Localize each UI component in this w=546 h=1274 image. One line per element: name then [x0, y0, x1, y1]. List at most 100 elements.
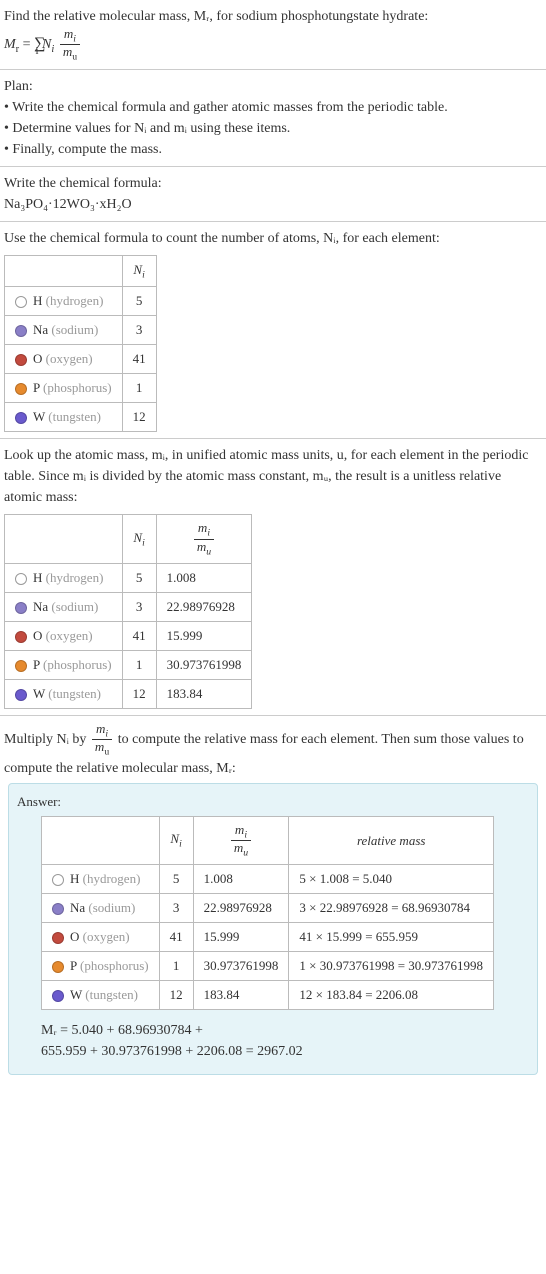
lookup-intro: Look up the atomic mass, mᵢ, in unified … [4, 445, 542, 508]
answer-box: Answer: Ni mimu relative mass H (hydroge… [8, 783, 538, 1076]
dot-icon [15, 383, 27, 395]
answer-label: Answer: [17, 794, 529, 810]
lookup-section: Look up the atomic mass, mᵢ, in unified … [0, 439, 546, 716]
ni-val: 5 [159, 865, 193, 894]
ni-val: 3 [159, 894, 193, 923]
empty-header [5, 515, 123, 564]
intro-section: Find the relative molecular mass, Mᵣ, fo… [0, 0, 546, 70]
count-intro: Use the chemical formula to count the nu… [4, 228, 542, 249]
ni-val: 12 [122, 403, 156, 432]
plan-b1: • Write the chemical formula and gather … [4, 97, 542, 118]
count-table: Ni H (hydrogen) 5 Na (sodium) 3 O (oxyge… [4, 255, 157, 433]
miu-header: mimu [193, 816, 289, 865]
miu-val: 183.84 [193, 981, 289, 1010]
table-row: O (oxygen) 41 15.999 [5, 621, 252, 650]
elem-w: W (tungsten) [5, 403, 123, 432]
dot-icon [52, 874, 64, 886]
table-row: P (phosphorus) 1 30.973761998 1 × 30.973… [42, 952, 494, 981]
intro-formula: Mr = ∑i Ni mi mu [4, 27, 542, 63]
dot-icon [52, 932, 64, 944]
rel-val: 1 × 30.973761998 = 30.973761998 [289, 952, 494, 981]
dot-icon [15, 296, 27, 308]
rel-val: 12 × 183.84 = 2206.08 [289, 981, 494, 1010]
dot-icon [15, 631, 27, 643]
frac-mi-mu: mi mu [60, 27, 80, 63]
ni-val: 41 [159, 923, 193, 952]
dot-icon [15, 354, 27, 366]
answer-eq2: 655.959 + 30.973761998 + 2206.08 = 2967.… [41, 1041, 529, 1062]
table-row: H (hydrogen) 5 1.008 5 × 1.008 = 5.040 [42, 865, 494, 894]
table-row: P (phosphorus) 1 [5, 374, 157, 403]
ni-header: Ni [159, 816, 193, 865]
elem-na: Na (sodium) [5, 316, 123, 345]
ni-val: 1 [159, 952, 193, 981]
ni-val: 12 [159, 981, 193, 1010]
table-row: H (hydrogen) 5 [5, 287, 157, 316]
chemical-formula-section: Write the chemical formula: Na₃PO₄·12WO₃… [0, 167, 546, 222]
elem-p: P (phosphorus) [5, 650, 123, 679]
elem-w: W (tungsten) [5, 679, 123, 708]
frac-mi-mu: mi mu [92, 722, 112, 758]
plan-b2: • Determine values for Nᵢ and mᵢ using t… [4, 118, 542, 139]
miu-header: mimu [156, 515, 252, 564]
miu-val: 22.98976928 [193, 894, 289, 923]
table-row: Na (sodium) 3 22.98976928 [5, 592, 252, 621]
ni-val: 3 [122, 316, 156, 345]
miu-val: 183.84 [156, 679, 252, 708]
table-header-row: Ni mimu [5, 515, 252, 564]
table-row: O (oxygen) 41 [5, 345, 157, 374]
ni-val: 5 [122, 563, 156, 592]
empty-header [5, 255, 123, 287]
dot-icon [15, 412, 27, 424]
table-row: W (tungsten) 12 183.84 12 × 183.84 = 220… [42, 981, 494, 1010]
relmass-header: relative mass [289, 816, 494, 865]
count-section: Use the chemical formula to count the nu… [0, 222, 546, 440]
elem-o: O (oxygen) [5, 345, 123, 374]
ni-val: 3 [122, 592, 156, 621]
multiply-intro: Multiply Nᵢ by mi mu to compute the rela… [4, 722, 542, 779]
elem-h: H (hydrogen) [5, 287, 123, 316]
elem-na: Na (sodium) [42, 894, 160, 923]
sum-index: i [35, 45, 38, 57]
ni-val: 1 [122, 650, 156, 679]
table-row: Na (sodium) 3 [5, 316, 157, 345]
intro-text: Find the relative molecular mass, Mᵣ, fo… [4, 6, 542, 27]
ni-val: 41 [122, 345, 156, 374]
elem-w: W (tungsten) [42, 981, 160, 1010]
elem-h: H (hydrogen) [5, 563, 123, 592]
answer-table: Ni mimu relative mass H (hydrogen) 5 1.0… [41, 816, 494, 1011]
plan-title: Plan: [4, 76, 542, 97]
plan-b3: • Finally, compute the mass. [4, 139, 542, 160]
ni-header: Ni [122, 515, 156, 564]
plan-section: Plan: • Write the chemical formula and g… [0, 70, 546, 167]
ni-val: 41 [122, 621, 156, 650]
elem-p: P (phosphorus) [42, 952, 160, 981]
rel-val: 5 × 1.008 = 5.040 [289, 865, 494, 894]
table-row: Na (sodium) 3 22.98976928 3 × 22.9897692… [42, 894, 494, 923]
dot-icon [15, 602, 27, 614]
dot-icon [52, 961, 64, 973]
elem-p: P (phosphorus) [5, 374, 123, 403]
elem-h: H (hydrogen) [42, 865, 160, 894]
ni-header: Ni [122, 255, 156, 287]
rel-val: 41 × 15.999 = 655.959 [289, 923, 494, 952]
dot-icon [15, 660, 27, 672]
table-row: W (tungsten) 12 183.84 [5, 679, 252, 708]
elem-o: O (oxygen) [5, 621, 123, 650]
dot-icon [15, 573, 27, 585]
miu-val: 1.008 [156, 563, 252, 592]
miu-val: 15.999 [156, 621, 252, 650]
chem-value: Na₃PO₄·12WO₃·xH₂O [4, 194, 542, 215]
chem-title: Write the chemical formula: [4, 173, 542, 194]
ni-val: 1 [122, 374, 156, 403]
miu-val: 1.008 [193, 865, 289, 894]
dot-icon [52, 903, 64, 915]
miu-val: 30.973761998 [193, 952, 289, 981]
ni-val: 5 [122, 287, 156, 316]
table-row: P (phosphorus) 1 30.973761998 [5, 650, 252, 679]
miu-val: 15.999 [193, 923, 289, 952]
miu-val: 22.98976928 [156, 592, 252, 621]
miu-val: 30.973761998 [156, 650, 252, 679]
rel-val: 3 × 22.98976928 = 68.96930784 [289, 894, 494, 923]
dot-icon [15, 325, 27, 337]
